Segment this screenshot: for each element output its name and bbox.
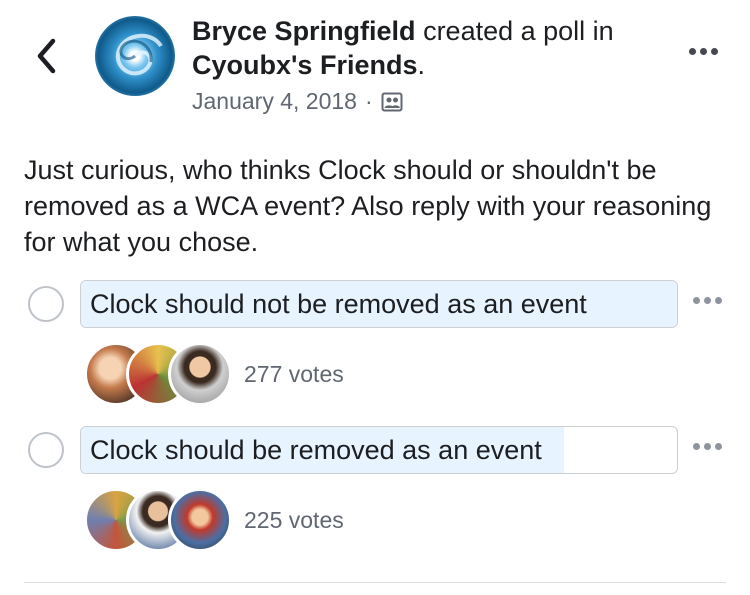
meta-separator: · [364,88,373,114]
more-horizontal-icon [693,297,700,304]
voter-avatar [168,488,232,552]
author-name[interactable]: Bryce Springfield [192,16,416,46]
poll-option: Clock should be removed as an event [28,426,728,474]
poll-option-label: Clock should not be removed as an event [90,289,587,319]
swirl-avatar-image [115,34,163,76]
voter-avatar [168,342,232,406]
voters-row[interactable]: 225 votes [84,488,344,552]
vote-count[interactable]: 277 votes [244,361,344,388]
author-avatar[interactable] [95,16,175,96]
poll-option-more-button[interactable] [693,443,722,450]
header-period: . [417,50,425,80]
voters-row[interactable]: 277 votes [84,342,344,406]
poll-option-more-button[interactable] [693,297,722,304]
post-meta: January 4, 2018 · [192,88,403,115]
post-header: Bryce Springfield created a poll in Cyou… [192,14,672,82]
more-horizontal-icon [689,48,696,55]
poll-option: Clock should not be removed as an event [28,280,728,328]
poll-option-label: Clock should be removed as an event [90,435,542,465]
back-button[interactable] [30,36,64,76]
poll-option-bar[interactable]: Clock should be removed as an event [80,426,678,474]
post-options-button[interactable] [689,48,718,55]
group-audience-icon [381,92,403,111]
vote-count[interactable]: 225 votes [244,507,344,534]
post-body-text: Just curious, who thinks Clock should or… [24,155,712,257]
poll-radio-button[interactable] [28,286,64,322]
header-action-text: created a poll in [415,16,614,46]
group-name[interactable]: Cyoubx's Friends [192,50,417,80]
poll-radio-button[interactable] [28,432,64,468]
divider [24,582,726,583]
post-date[interactable]: January 4, 2018 [192,88,357,115]
chevron-left-icon [37,38,56,74]
poll-option-bar[interactable]: Clock should not be removed as an event [80,280,678,328]
more-horizontal-icon [693,443,700,450]
